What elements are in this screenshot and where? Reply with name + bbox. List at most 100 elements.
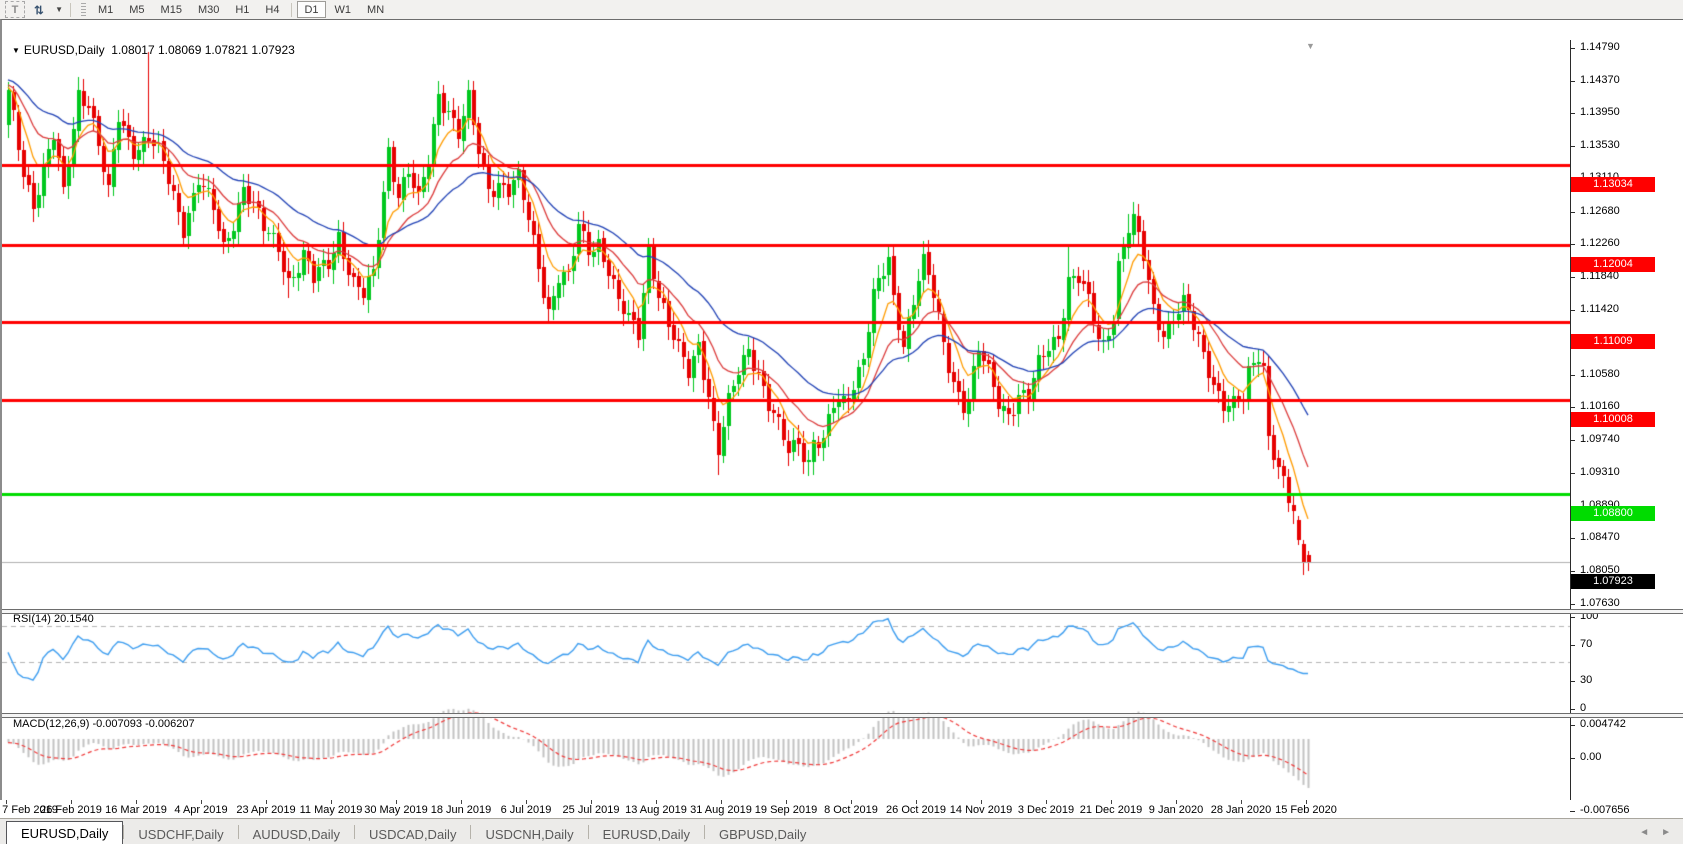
date-label: 30 May 2019 (364, 804, 428, 816)
axis-tick-mark (1570, 113, 1575, 114)
date-label: 3 Dec 2019 (1018, 804, 1074, 816)
chart-title: ▼ EURUSD,Daily 1.08017 1.08069 1.07821 1.… (12, 43, 295, 57)
chart-tab-usdcnh-4[interactable]: USDCNH,Daily (471, 824, 587, 844)
axis-tick-label: 1.10580 (1580, 368, 1620, 380)
axis-tick-label: 1.13950 (1580, 106, 1620, 118)
macd-indicator-label: MACD(12,26,9) -0.007093 -0.006207 (13, 718, 195, 730)
axis-tick-mark (1570, 375, 1575, 376)
tab-scroll-left-icon[interactable]: ◄ (1633, 827, 1655, 838)
hline-price-label: 1.12004 (1571, 257, 1655, 272)
rsi-indicator-label: RSI(14) 20.1540 (13, 613, 94, 625)
date-label: 23 Apr 2019 (236, 804, 295, 816)
date-label: 21 Dec 2019 (1080, 804, 1142, 816)
chart-tab-audusd-2[interactable]: AUDUSD,Daily (239, 824, 354, 844)
axis-tick-mark (1570, 725, 1575, 726)
chart-tab-eurusd-0[interactable]: EURUSD,Daily (6, 821, 123, 844)
axis-tick-mark (1570, 407, 1575, 408)
chart-window[interactable]: ▼ EURUSD,Daily 1.08017 1.08069 1.07821 1.… (0, 19, 1683, 800)
chart-dropdown-icon[interactable]: ▼ (12, 46, 20, 55)
axis-tick-label: 1.14790 (1580, 41, 1620, 53)
axis-tick-label: 1.09310 (1580, 466, 1620, 478)
axis-tick-label: 0.00 (1580, 751, 1601, 763)
timeframe-button-m1[interactable]: M1 (91, 1, 120, 18)
date-axis: 7 Feb 201926 Feb 201916 Mar 20194 Apr 20… (0, 800, 1683, 818)
axis-tick-mark (1570, 212, 1575, 213)
panel-separator-rsi[interactable] (2, 609, 1683, 614)
date-label: 28 Jan 2020 (1211, 804, 1272, 816)
timeframe-button-w1[interactable]: W1 (328, 1, 359, 18)
date-label: 26 Oct 2019 (886, 804, 946, 816)
toolbar-drag-handle[interactable] (81, 3, 86, 16)
axis-tick-label: 1.12680 (1580, 205, 1620, 217)
chart-tab-gbpusd-6[interactable]: GBPUSD,Daily (705, 824, 820, 844)
chart-tab-bar: EURUSD,DailyUSDCHF,DailyAUDUSD,DailyUSDC… (0, 818, 1683, 844)
axis-tick-label: 0.004742 (1580, 718, 1626, 730)
panel-separator-macd[interactable] (2, 713, 1683, 718)
chart-symbol-label: EURUSD,Daily (24, 43, 105, 57)
axis-tick-mark (1570, 604, 1575, 605)
chart-tab-usdchf-1[interactable]: USDCHF,Daily (124, 824, 237, 844)
axis-tick-mark (1570, 758, 1575, 759)
axis-tick-label: 1.09740 (1580, 433, 1620, 445)
hline-price-label: 1.08800 (1571, 506, 1655, 521)
chart-tab-usdcad-3[interactable]: USDCAD,Daily (355, 824, 470, 844)
timeframe-button-m30[interactable]: M30 (191, 1, 226, 18)
axis-tick-label: 1.08470 (1580, 531, 1620, 543)
axis-tick-mark (1570, 538, 1575, 539)
chart-ohlc-values: 1.08017 1.08069 1.07821 1.07923 (111, 43, 295, 57)
date-label: 14 Nov 2019 (950, 804, 1012, 816)
hline-price-label: 1.10008 (1571, 412, 1655, 427)
axis-tick-label: 1.11420 (1580, 303, 1619, 315)
toolbar-separator (291, 3, 292, 17)
axis-tick-mark (1570, 48, 1575, 49)
axis-tick-mark (1570, 811, 1575, 812)
price-axis-line (1570, 40, 1571, 820)
chart-shift-marker-icon[interactable]: ▼ (1306, 41, 1315, 51)
toolbar-separator (70, 3, 71, 17)
date-label: 16 Mar 2019 (105, 804, 167, 816)
timeframe-button-mn[interactable]: MN (360, 1, 391, 18)
current-price-label: 1.07923 (1571, 574, 1655, 589)
date-label: 11 May 2019 (300, 804, 363, 816)
date-label: 9 Jan 2020 (1149, 804, 1203, 816)
date-label: 31 Aug 2019 (690, 804, 752, 816)
axis-tick-mark (1570, 310, 1575, 311)
axis-tick-mark (1570, 681, 1575, 682)
axis-tick-label: 70 (1580, 638, 1592, 650)
arrange-arrows-button[interactable]: ⇄ (27, 1, 51, 18)
chart-tab-eurusd-5[interactable]: EURUSD,Daily (589, 824, 704, 844)
axis-tick-mark (1570, 571, 1575, 572)
hline-price-label: 1.13034 (1571, 177, 1655, 192)
axis-tick-label: 1.14370 (1580, 74, 1620, 86)
trading-terminal-window: T ⇄ ▼ M1M5M15M30H1H4 D1W1MN ▼ EURUSD,Daily… (0, 0, 1683, 844)
axis-tick-label: 30 (1580, 674, 1592, 686)
date-label: 13 Aug 2019 (625, 804, 687, 816)
tab-scroll-right-icon[interactable]: ► (1655, 827, 1677, 838)
axis-tick-label: -0.007656 (1580, 804, 1630, 816)
timeframe-button-m5[interactable]: M5 (122, 1, 151, 18)
hline-price-label: 1.11009 (1571, 334, 1655, 349)
price-chart-canvas[interactable] (2, 21, 1570, 801)
axis-tick-label: 1.12260 (1580, 237, 1620, 249)
axis-tick-mark (1570, 440, 1575, 441)
date-label: 18 Jun 2019 (431, 804, 492, 816)
date-label: 25 Jul 2019 (563, 804, 620, 816)
timeframe-button-m15[interactable]: M15 (154, 1, 189, 18)
axis-tick-label: 1.13530 (1580, 139, 1620, 151)
date-label: 26 Feb 2019 (40, 804, 102, 816)
arrows-icon: ⇄ (32, 4, 46, 14)
date-label: 4 Apr 2019 (174, 804, 227, 816)
toolbar: T ⇄ ▼ M1M5M15M30H1H4 D1W1MN (0, 0, 1683, 20)
toolbar-dropdown-caret-icon[interactable]: ▼ (55, 5, 63, 14)
timeframe-button-d1[interactable]: D1 (297, 1, 325, 18)
date-label: 19 Sep 2019 (755, 804, 817, 816)
axis-tick-mark (1570, 645, 1575, 646)
text-tool-button[interactable]: T (5, 1, 25, 18)
axis-tick-mark (1570, 709, 1575, 710)
timeframe-button-group: M1M5M15M30H1H4 D1W1MN (90, 1, 392, 18)
tab-scroll-controls: ◄ ► (1633, 819, 1683, 844)
timeframe-button-h4[interactable]: H4 (258, 1, 286, 18)
axis-tick-mark (1570, 244, 1575, 245)
timeframe-button-h1[interactable]: H1 (228, 1, 256, 18)
date-label: 8 Oct 2019 (824, 804, 878, 816)
